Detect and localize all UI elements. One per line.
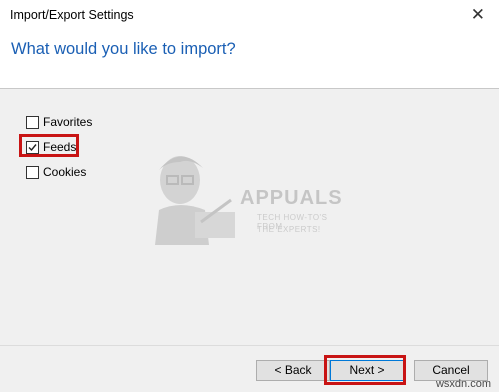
cookies-checkbox[interactable] [26,166,39,179]
appuals-logo: APPUALS TECH HOW-TO'S FROM THE EXPERTS! [145,150,355,245]
favorites-label[interactable]: Favorites [43,115,92,129]
logo-tagline-2: THE EXPERTS! [257,225,321,234]
back-button[interactable]: < Back [256,360,330,381]
footer-divider [0,345,499,346]
favorites-checkbox[interactable] [26,116,39,129]
close-icon[interactable]: ✕ [471,5,485,25]
feeds-highlight-box [19,134,79,157]
next-highlight-box [324,355,406,385]
watermark: wsxdn.com [435,378,491,390]
window-title: Import/Export Settings [10,8,134,22]
logo-wordmark: APPUALS [240,187,343,209]
title-bar: Import/Export Settings ✕ [0,0,499,31]
mascot-icon [155,156,235,245]
cookies-label[interactable]: Cookies [43,165,86,179]
page-heading: What would you like to import? [11,40,236,58]
wizard-header: What would you like to import? [0,31,499,89]
